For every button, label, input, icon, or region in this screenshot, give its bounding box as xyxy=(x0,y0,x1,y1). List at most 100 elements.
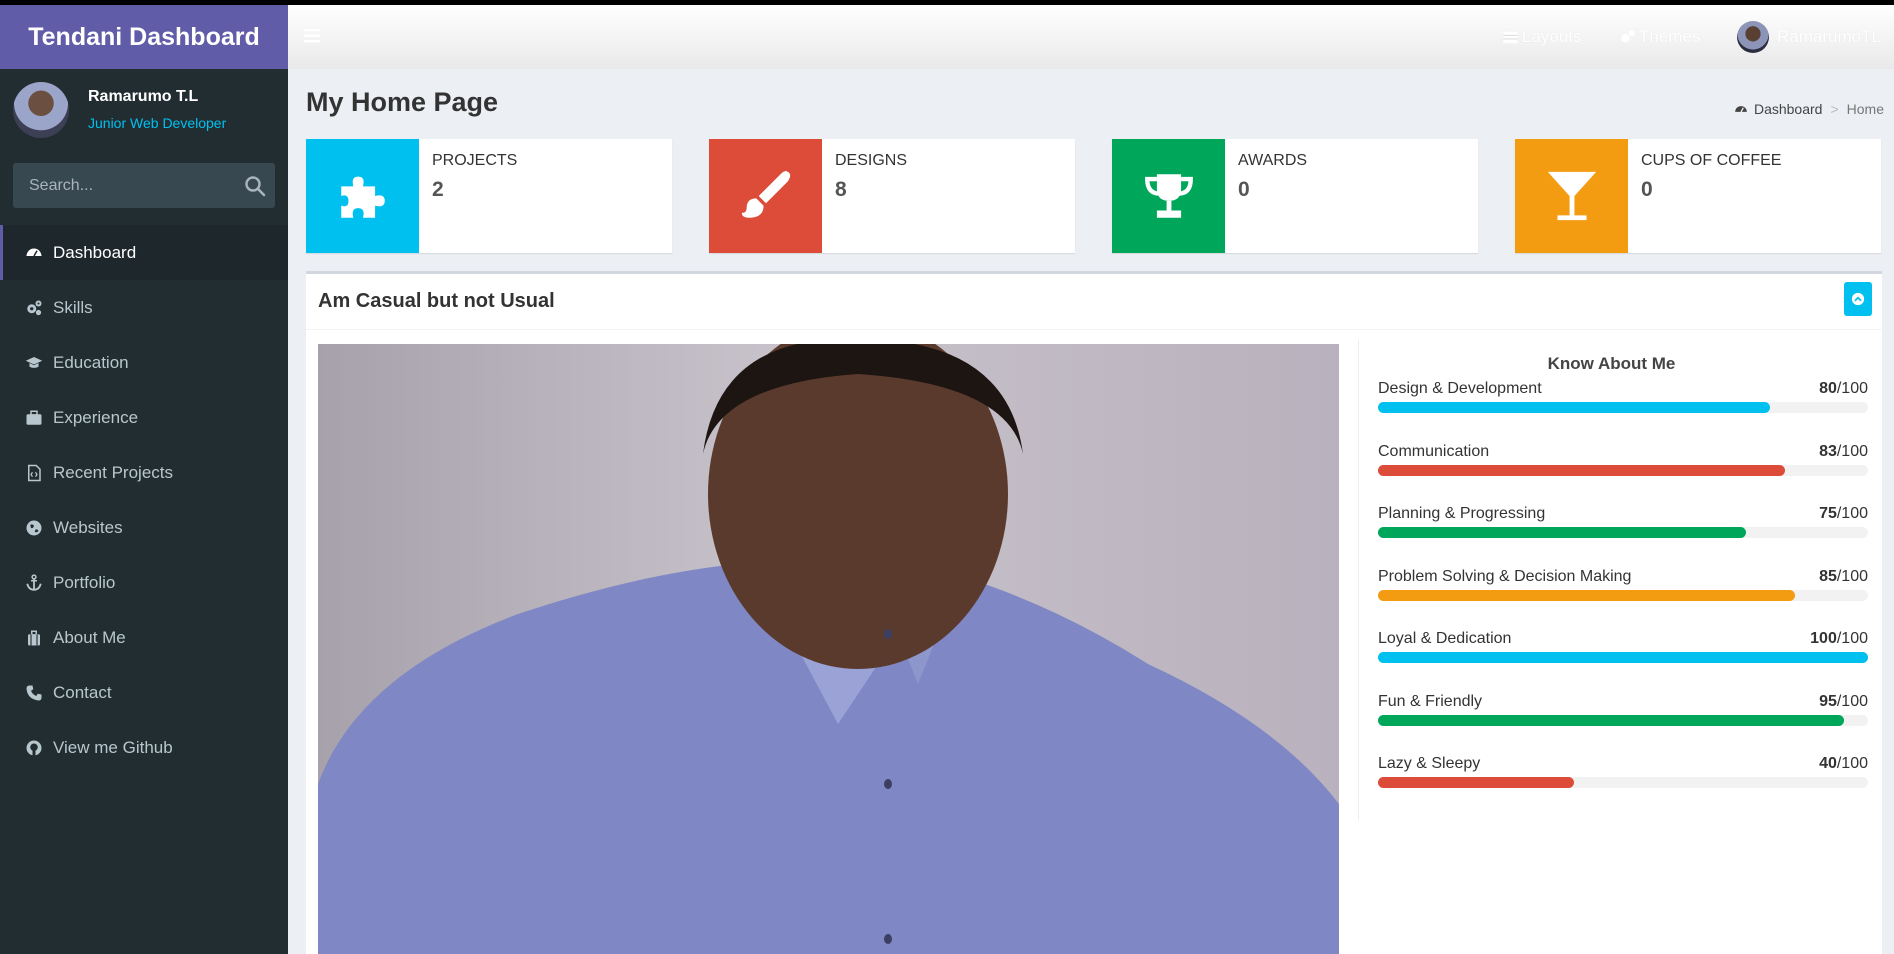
graduation-cap-icon xyxy=(23,354,45,372)
app-logo[interactable]: Tendani Dashboard xyxy=(0,5,288,69)
sidebar-item-label: Recent Projects xyxy=(53,462,173,482)
progress-bar xyxy=(1378,590,1868,601)
dashboard-icon xyxy=(1735,106,1747,113)
user-avatar xyxy=(13,82,69,138)
info-box-label: DESIGNS xyxy=(835,152,908,169)
skill-score: 40/100 xyxy=(1819,755,1868,772)
skill-item: Planning & Progressing 75/100 xyxy=(1378,505,1868,545)
info-box-icon-bg xyxy=(1112,139,1225,253)
progress-bar xyxy=(1378,402,1868,413)
user-name: Ramarumo T.L xyxy=(88,88,199,105)
progress-fill xyxy=(1378,777,1574,788)
sidebar-item-label: Contact xyxy=(53,682,112,702)
panel-title: Am Casual but not Usual xyxy=(318,290,555,312)
progress-fill xyxy=(1378,402,1770,413)
sidebar-item-label: View me Github xyxy=(53,737,173,757)
sidebar-item-dashboard[interactable]: Dashboard xyxy=(0,225,288,280)
collapse-button[interactable] xyxy=(1844,282,1872,316)
skill-score: 95/100 xyxy=(1819,693,1868,710)
user-avatar xyxy=(1737,21,1769,53)
themes-label: Themes xyxy=(1639,27,1701,46)
info-box-label: AWARDS xyxy=(1238,152,1308,169)
breadcrumb-separator: > xyxy=(1830,101,1839,117)
cogs-icon xyxy=(1621,29,1635,42)
sidebar: Tendani Dashboard Ramarumo T.L Junior We… xyxy=(0,5,288,954)
skill-score: 85/100 xyxy=(1819,568,1868,585)
skill-item: Problem Solving & Decision Making 85/100 xyxy=(1378,568,1868,608)
sidebar-item-recent-projects[interactable]: Recent Projects xyxy=(0,445,288,500)
skill-name: Loyal & Dedication xyxy=(1378,630,1512,647)
skill-name: Planning & Progressing xyxy=(1378,505,1546,522)
progress-bar xyxy=(1378,527,1868,538)
user-panel: Ramarumo T.L Junior Web Developer xyxy=(0,69,288,154)
github-icon xyxy=(23,739,45,757)
info-box-icon-bg xyxy=(709,139,822,253)
puzzle-icon xyxy=(340,176,385,218)
skill-name: Fun & Friendly xyxy=(1378,693,1483,710)
skill-name: Communication xyxy=(1378,443,1490,460)
user-role: Junior Web Developer xyxy=(88,115,227,131)
breadcrumb-root[interactable]: Dashboard xyxy=(1754,101,1823,117)
info-box-projects: PROJECTS 2 xyxy=(306,139,672,253)
progress-bar xyxy=(1378,652,1868,663)
sidebar-item-education[interactable]: Education xyxy=(0,335,288,390)
paint-brush-icon xyxy=(741,171,790,218)
search-icon[interactable] xyxy=(243,174,267,198)
progress-fill xyxy=(1378,715,1844,726)
glass-icon xyxy=(1547,171,1596,221)
table-icon xyxy=(1503,31,1518,43)
progress-fill xyxy=(1378,590,1795,601)
sidebar-search xyxy=(13,163,275,208)
skill-score: 83/100 xyxy=(1819,443,1868,460)
sidebar-item-label: Skills xyxy=(53,297,93,317)
sidebar-item-label: Websites xyxy=(53,517,123,537)
skill-score: 100/100 xyxy=(1810,630,1868,647)
user-menu[interactable]: RamarumoTL xyxy=(1737,5,1881,69)
skill-item: Design & Development 80/100 xyxy=(1378,380,1868,420)
trophy-icon xyxy=(1144,174,1193,218)
progress-bar xyxy=(1378,777,1868,788)
profile-photo xyxy=(318,344,1339,954)
themes-menu[interactable]: Themes xyxy=(1619,5,1700,69)
sidebar-item-skills[interactable]: Skills xyxy=(0,280,288,335)
skill-item: Loyal & Dedication 100/100 xyxy=(1378,630,1868,670)
about-panel: Am Casual but not Usual Know About Me De… xyxy=(306,271,1882,954)
sidebar-item-portfolio[interactable]: Portfolio xyxy=(0,555,288,610)
skill-score: 75/100 xyxy=(1819,505,1868,522)
sidebar-item-about-me[interactable]: About Me xyxy=(0,610,288,665)
anchor-icon xyxy=(23,573,45,592)
sidebar-toggle-icon[interactable] xyxy=(304,27,322,45)
breadcrumb-current: Home xyxy=(1846,101,1884,117)
sidebar-item-contact[interactable]: Contact xyxy=(0,665,288,720)
progress-bar xyxy=(1378,715,1868,726)
progress-fill xyxy=(1378,465,1785,476)
suitcase-icon xyxy=(23,629,45,647)
sidebar-item-label: Education xyxy=(53,352,129,372)
sidebar-item-label: Dashboard xyxy=(53,242,137,262)
info-box-designs: DESIGNS 8 xyxy=(709,139,1075,253)
layouts-menu[interactable]: Layouts xyxy=(1502,5,1582,69)
skills-section: Know About Me Design & Development 80/10… xyxy=(1358,340,1868,820)
info-box-value: 0 xyxy=(1641,178,1653,201)
sidebar-item-experience[interactable]: Experience xyxy=(0,390,288,445)
progress-fill xyxy=(1378,527,1746,538)
info-box-value: 2 xyxy=(432,178,444,201)
info-box-awards: AWARDS 0 xyxy=(1112,139,1478,253)
sidebar-item-github[interactable]: View me Github xyxy=(0,720,288,775)
chevron-up-icon xyxy=(1851,292,1865,306)
skill-item: Communication 83/100 xyxy=(1378,443,1868,483)
info-box-coffee: CUPS OF COFFEE 0 xyxy=(1515,139,1881,253)
sidebar-item-label: Experience xyxy=(53,407,139,427)
info-box-value: 0 xyxy=(1238,178,1250,201)
sidebar-menu: Dashboard Skills Education Experience Re… xyxy=(0,225,288,775)
sidebar-item-websites[interactable]: Websites xyxy=(0,500,288,555)
skill-item: Fun & Friendly 95/100 xyxy=(1378,693,1868,733)
info-box-value: 8 xyxy=(835,178,847,201)
skills-title: Know About Me xyxy=(1547,354,1676,373)
search-input[interactable] xyxy=(13,163,233,208)
info-box-icon-bg xyxy=(306,139,419,253)
user-menu-label: RamarumoTL xyxy=(1777,27,1881,46)
briefcase-icon xyxy=(23,409,45,427)
top-navbar: Layouts Themes RamarumoTL xyxy=(288,5,1894,69)
panel-divider xyxy=(306,329,1882,330)
